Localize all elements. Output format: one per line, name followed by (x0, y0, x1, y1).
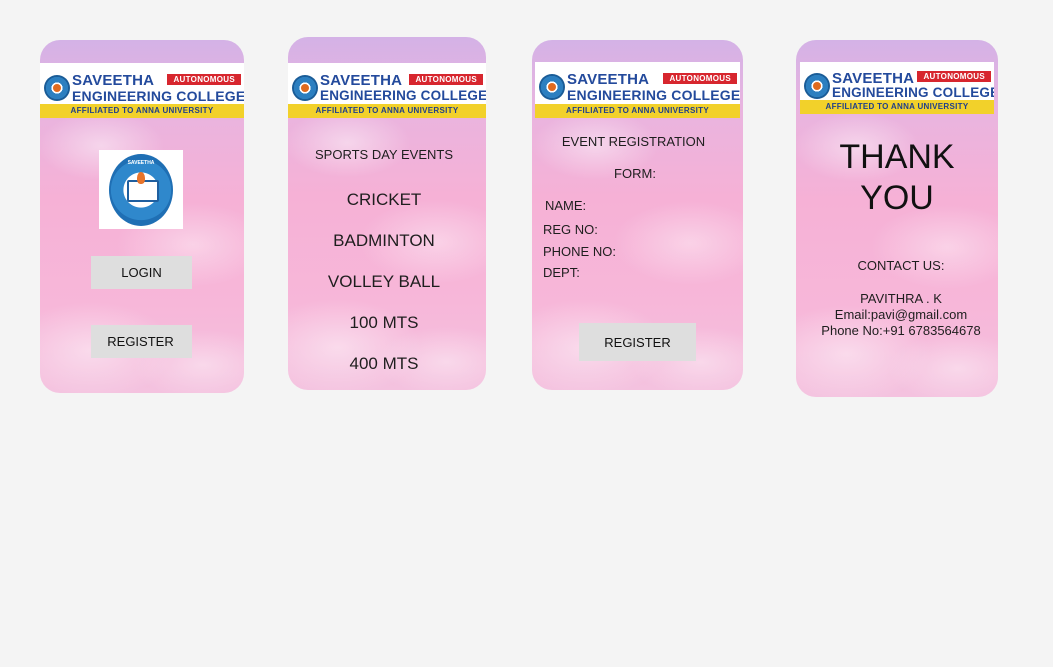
banner-subtitle: ENGINEERING COLLEGE (72, 88, 244, 104)
event-item-100m[interactable]: 100 MTS (288, 313, 480, 333)
affiliation-strip: AFFILIATED TO ANNA UNIVERSITY (288, 104, 486, 118)
form-heading-form: FORM: (614, 166, 656, 181)
phone-no-field-label[interactable]: PHONE NO: (543, 244, 616, 259)
banner-title: SAVEETHA (72, 72, 155, 89)
college-banner: SAVEETHA ENGINEERING COLLEGE AUTONOMOUS … (40, 63, 244, 118)
login-button[interactable]: LOGIN (91, 256, 192, 289)
affiliation-strip: AFFILIATED TO ANNA UNIVERSITY (40, 104, 244, 118)
autonomous-badge: AUTONOMOUS (663, 73, 737, 84)
dept-field-label[interactable]: DEPT: (543, 265, 580, 280)
flame-icon (137, 172, 145, 184)
college-seal-icon (292, 75, 318, 101)
thank-you-line1: THANK (839, 138, 955, 176)
banner-title: SAVEETHA (567, 71, 650, 88)
thank-you-line2: YOU (860, 179, 934, 217)
name-field-label[interactable]: NAME: (545, 198, 586, 213)
events-heading: SPORTS DAY EVENTS (315, 147, 453, 162)
contact-heading: CONTACT US: (857, 258, 945, 273)
register-button[interactable]: REGISTER (91, 325, 192, 358)
college-logo: SAVEETHA (99, 150, 183, 229)
affiliation-strip: AFFILIATED TO ANNA UNIVERSITY (800, 100, 994, 114)
event-item-volleyball[interactable]: VOLLEY BALL (288, 272, 480, 292)
register-submit-button[interactable]: REGISTER (579, 323, 696, 361)
logo-text: SAVEETHA (127, 160, 155, 166)
event-item-badminton[interactable]: BADMINTON (288, 231, 480, 251)
event-item-400m[interactable]: 400 MTS (288, 354, 480, 374)
contact-name: PAVITHRA . K (860, 291, 942, 306)
banner-subtitle: ENGINEERING COLLEGE (567, 87, 740, 103)
contact-phone[interactable]: Phone No:+91 6783564678 (796, 323, 998, 338)
registration-screen: SAVEETHA ENGINEERING COLLEGE AUTONOMOUS … (532, 40, 743, 390)
contact-email[interactable]: Email:pavi@gmail.com (796, 307, 998, 322)
college-seal-icon (44, 75, 70, 101)
affiliation-strip: AFFILIATED TO ANNA UNIVERSITY (535, 104, 740, 118)
autonomous-badge: AUTONOMOUS (409, 74, 483, 85)
event-item-cricket[interactable]: CRICKET (288, 190, 480, 210)
college-banner: SAVEETHA ENGINEERING COLLEGE AUTONOMOUS … (288, 63, 486, 118)
college-banner: SAVEETHA ENGINEERING COLLEGE AUTONOMOUS … (535, 62, 740, 118)
banner-subtitle: ENGINEERING COLLEGE (832, 85, 994, 100)
login-screen: SAVEETHA ENGINEERING COLLEGE AUTONOMOUS … (40, 40, 244, 393)
events-screen: SAVEETHA ENGINEERING COLLEGE AUTONOMOUS … (288, 37, 486, 390)
banner-title: SAVEETHA (320, 72, 403, 89)
college-seal-icon (804, 73, 830, 99)
thank-you-screen: SAVEETHA ENGINEERING COLLEGE AUTONOMOUS … (796, 40, 998, 397)
form-heading: EVENT REGISTRATION (561, 134, 706, 149)
autonomous-badge: AUTONOMOUS (917, 71, 991, 82)
banner-subtitle: ENGINEERING COLLEGE (320, 88, 486, 103)
reg-no-field-label[interactable]: REG NO: (543, 222, 598, 237)
college-seal-icon (539, 74, 565, 100)
autonomous-badge: AUTONOMOUS (167, 74, 241, 85)
college-banner: SAVEETHA ENGINEERING COLLEGE AUTONOMOUS … (800, 62, 994, 114)
